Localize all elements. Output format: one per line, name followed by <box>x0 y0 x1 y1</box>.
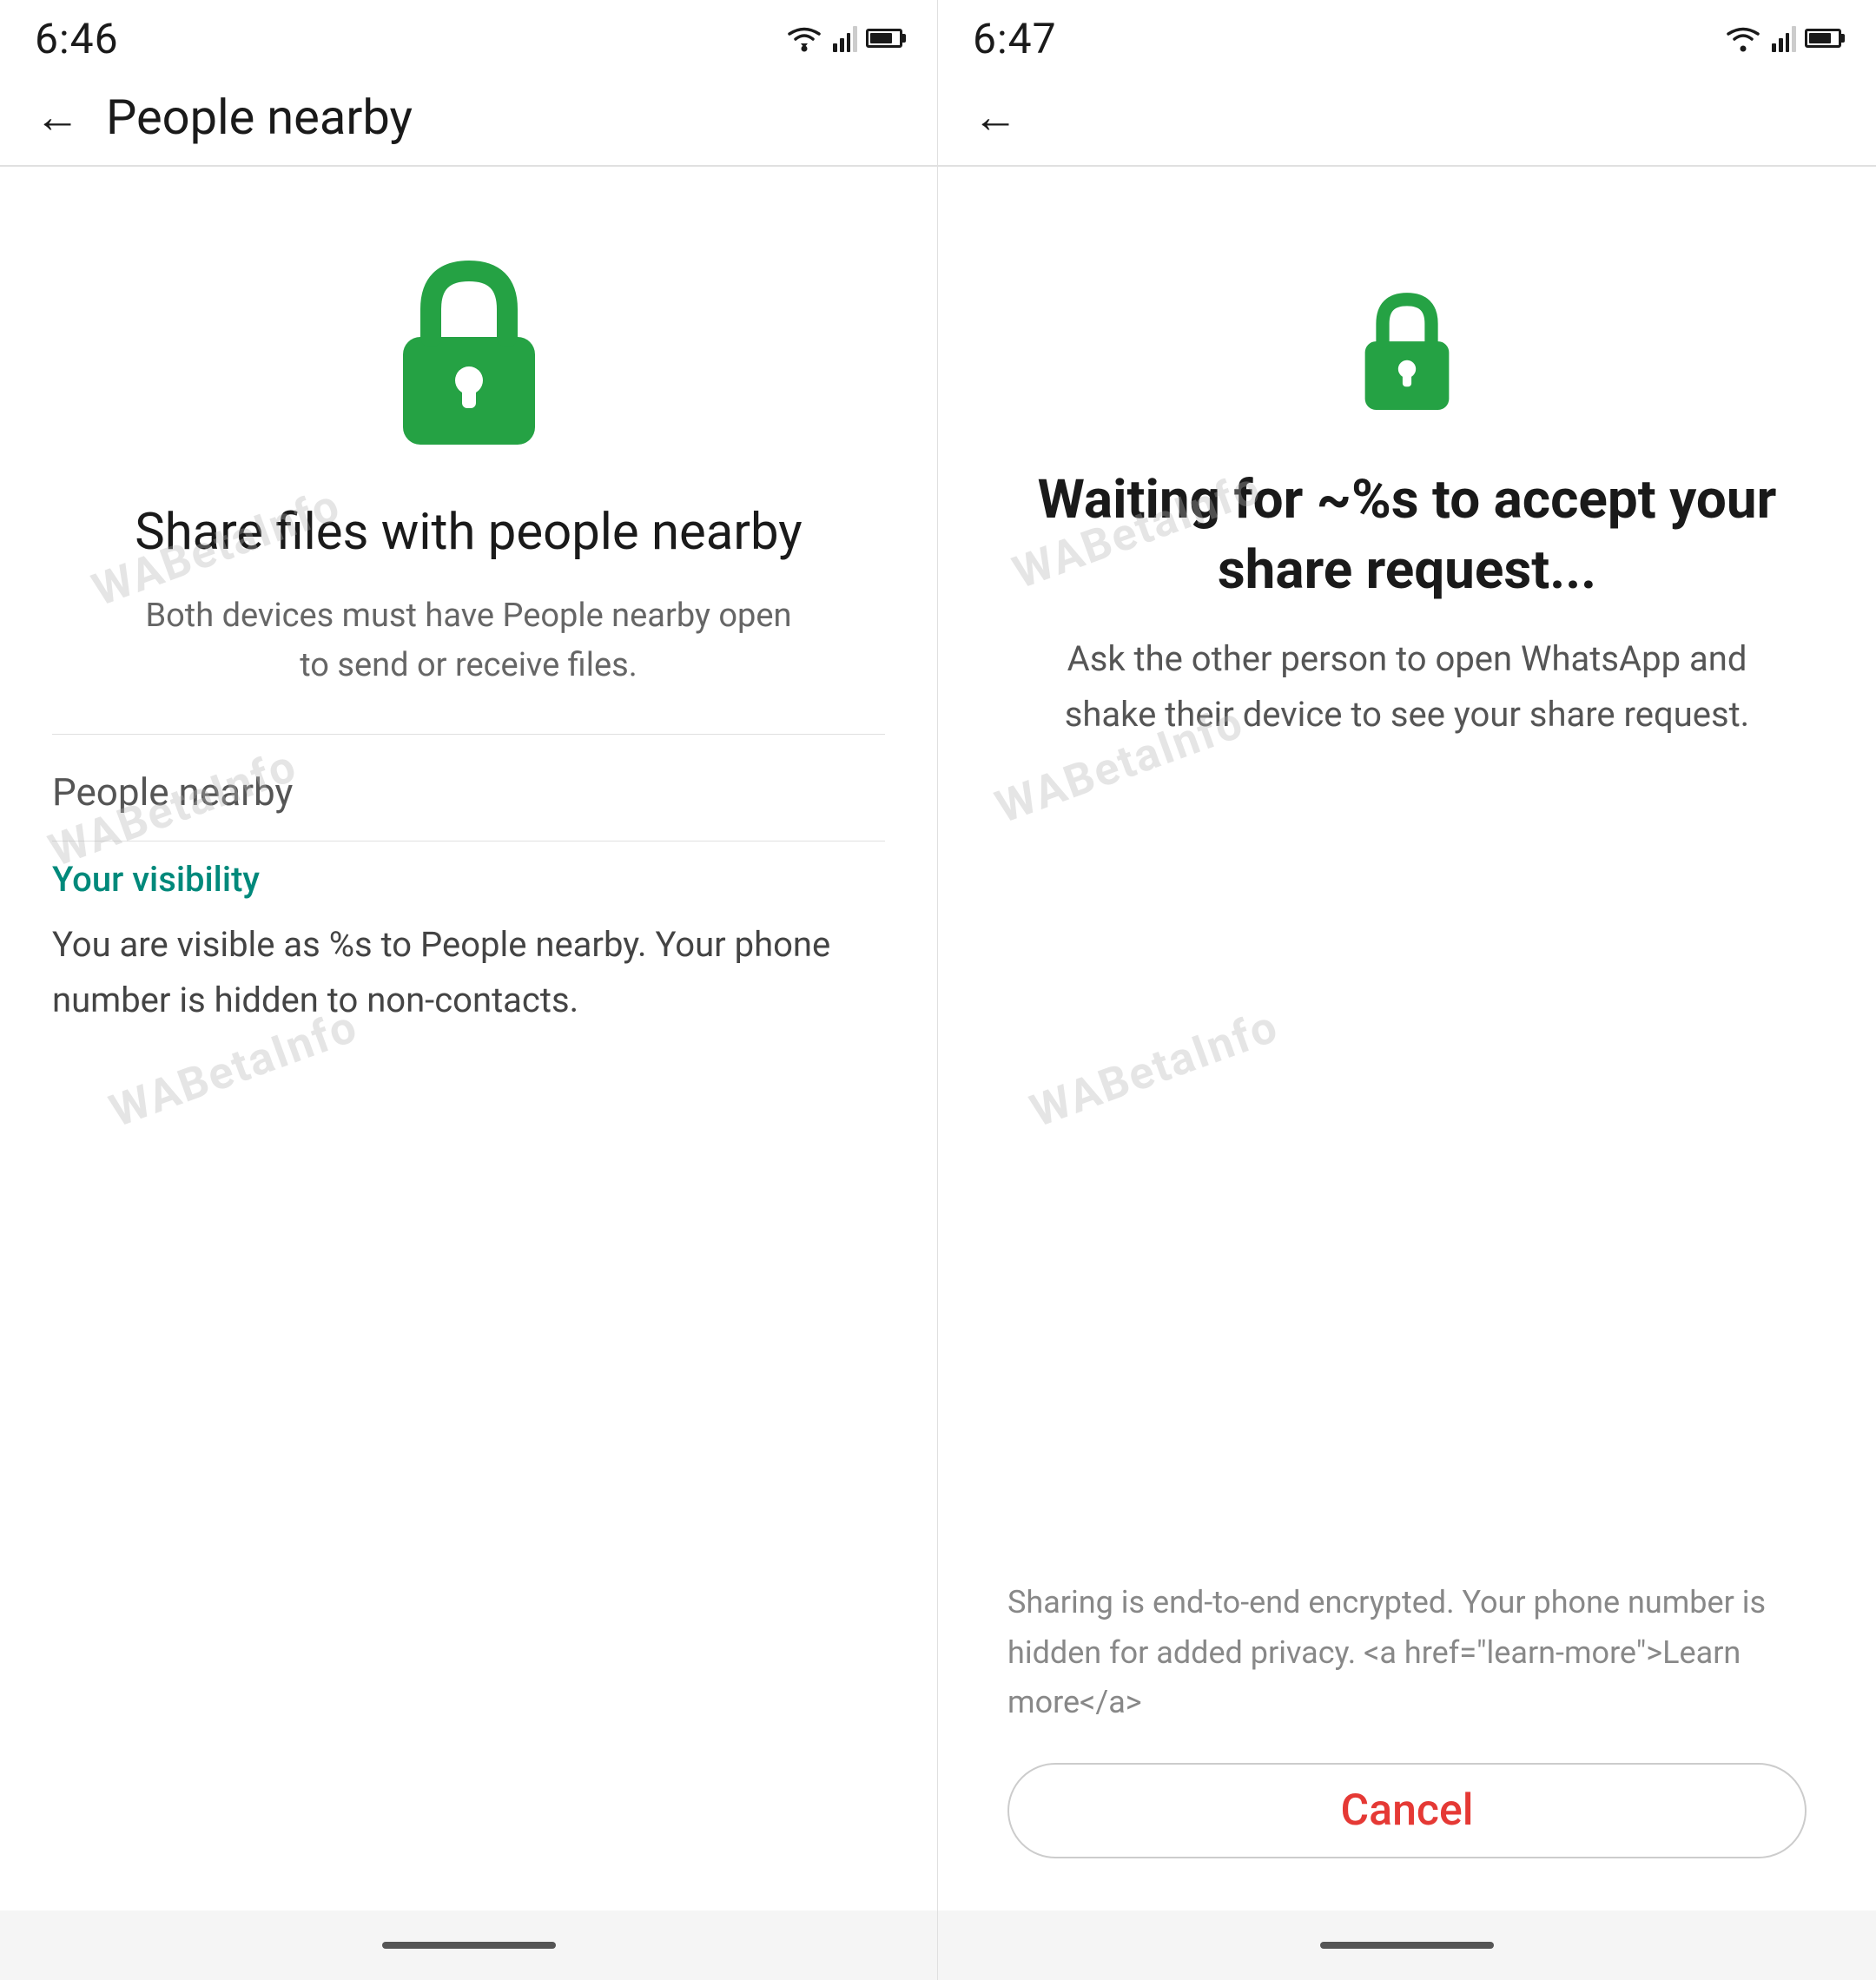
right-signal-icon <box>1772 24 1796 52</box>
right-content: Waiting for ~%s to accept your share req… <box>938 167 1876 1911</box>
left-content: Share files with people nearby Both devi… <box>0 167 937 1911</box>
left-main-title: Share files with people nearby <box>135 500 802 565</box>
right-cancel-label: Cancel <box>1340 1785 1473 1836</box>
right-home-indicator-bar <box>938 1911 1876 1980</box>
left-home-indicator-bar <box>0 1911 937 1980</box>
right-wifi-icon <box>1723 23 1763 53</box>
left-people-nearby-item[interactable]: People nearby <box>52 743 885 842</box>
left-visibility-text: You are visible as %s to People nearby. … <box>52 917 885 1028</box>
right-status-bar: 6:47 <box>938 0 1876 69</box>
right-waiting-subtitle: Ask the other person to open WhatsApp an… <box>1051 631 1763 742</box>
lock-icon <box>373 254 565 445</box>
left-people-nearby-label: People nearby <box>52 769 293 815</box>
left-visibility-title: Your visibility <box>52 859 885 900</box>
battery-icon <box>866 29 902 48</box>
left-app-bar: ← People nearby <box>0 69 937 165</box>
left-status-icons <box>784 23 902 53</box>
left-home-indicator <box>382 1942 556 1949</box>
left-back-button[interactable]: ← <box>35 95 80 140</box>
left-main-subtitle: Both devices must have People nearby ope… <box>130 591 808 690</box>
signal-icon <box>833 24 857 52</box>
left-visibility-section: Your visibility You are visible as %s to… <box>52 842 885 1037</box>
left-page-title: People nearby <box>106 89 413 146</box>
right-panel: 6:47 ← <box>938 0 1876 1980</box>
right-lock-icon <box>1346 288 1468 410</box>
right-waiting-title: Waiting for ~%s to accept your share req… <box>1016 465 1798 605</box>
right-time: 6:47 <box>973 14 1057 63</box>
right-status-icons <box>1723 23 1841 53</box>
right-encryption-text: Sharing is end-to-end encrypted. Your ph… <box>1007 1578 1807 1728</box>
right-battery-icon <box>1805 29 1841 48</box>
right-back-button[interactable]: ← <box>973 95 1018 140</box>
right-bottom-section: Sharing is end-to-end encrypted. Your ph… <box>990 1578 1824 1858</box>
left-panel: 6:46 ← People nearb <box>0 0 938 1980</box>
right-home-indicator <box>1320 1942 1494 1949</box>
wifi-icon <box>784 23 824 53</box>
right-lock-container <box>1346 288 1468 413</box>
right-cancel-button[interactable]: Cancel <box>1007 1763 1807 1858</box>
left-status-bar: 6:46 <box>0 0 937 69</box>
left-top-content: Share files with people nearby Both devi… <box>52 219 885 1876</box>
left-time: 6:46 <box>35 14 119 63</box>
left-lock-container <box>373 254 565 448</box>
left-divider-1 <box>52 734 885 735</box>
right-app-bar: ← <box>938 69 1876 165</box>
right-top-content: Waiting for ~%s to accept your share req… <box>1016 219 1798 1578</box>
